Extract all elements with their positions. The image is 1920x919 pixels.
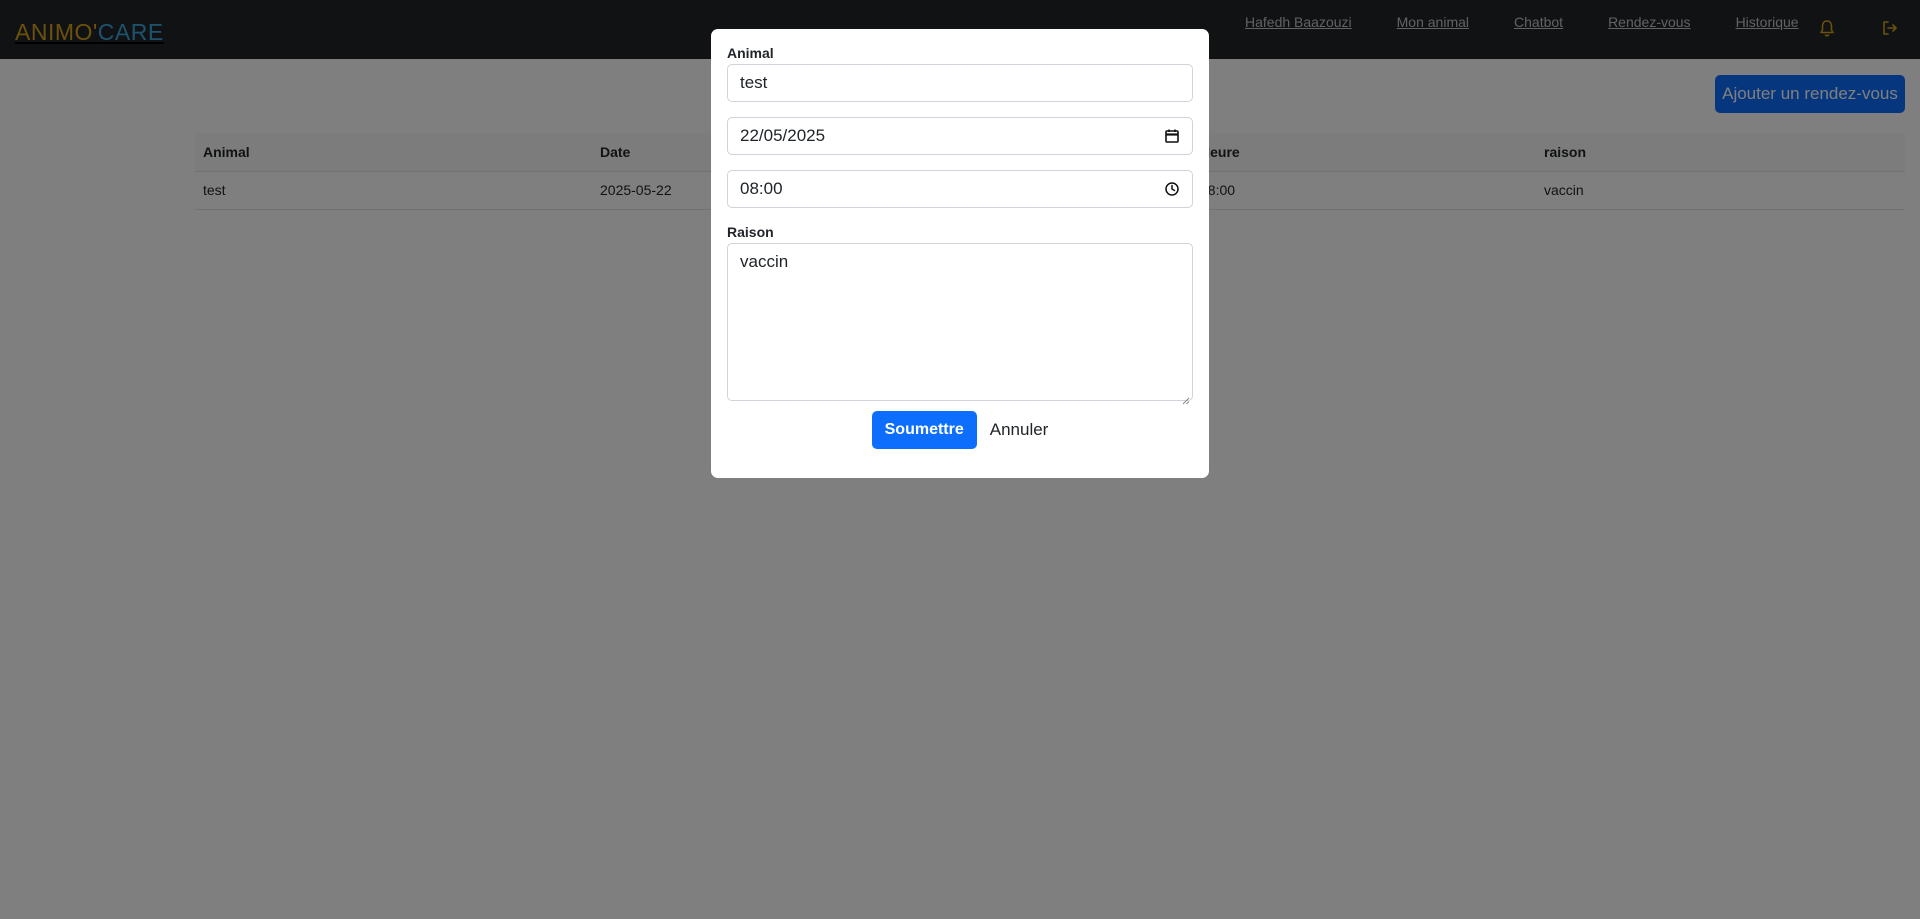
- reason-textarea-value: vaccin: [740, 252, 789, 271]
- appointment-modal: Animal test 22/05/2025 08:00 Raison vacc…: [711, 29, 1209, 478]
- page: ANIMO'CARE Hafedh Baazouzi Mon animal Ch…: [0, 0, 1920, 919]
- reason-label: Raison: [727, 224, 774, 240]
- calendar-icon[interactable]: [1164, 128, 1180, 144]
- cancel-button[interactable]: Annuler: [990, 411, 1049, 449]
- animal-input-value: test: [740, 73, 768, 92]
- animal-label: Animal: [727, 45, 774, 61]
- submit-button[interactable]: Soumettre: [871, 411, 977, 449]
- date-input-value: 22/05/2025: [740, 126, 826, 145]
- reason-textarea[interactable]: vaccin: [727, 243, 1193, 405]
- clock-icon[interactable]: [1164, 181, 1180, 197]
- date-input[interactable]: 22/05/2025: [727, 117, 1193, 155]
- resize-grip-icon[interactable]: [1182, 390, 1190, 405]
- animal-input[interactable]: test: [727, 64, 1193, 102]
- time-input[interactable]: 08:00: [727, 170, 1193, 208]
- time-input-value: 08:00: [740, 179, 783, 198]
- modal-actions: Soumettre Annuler: [727, 411, 1193, 449]
